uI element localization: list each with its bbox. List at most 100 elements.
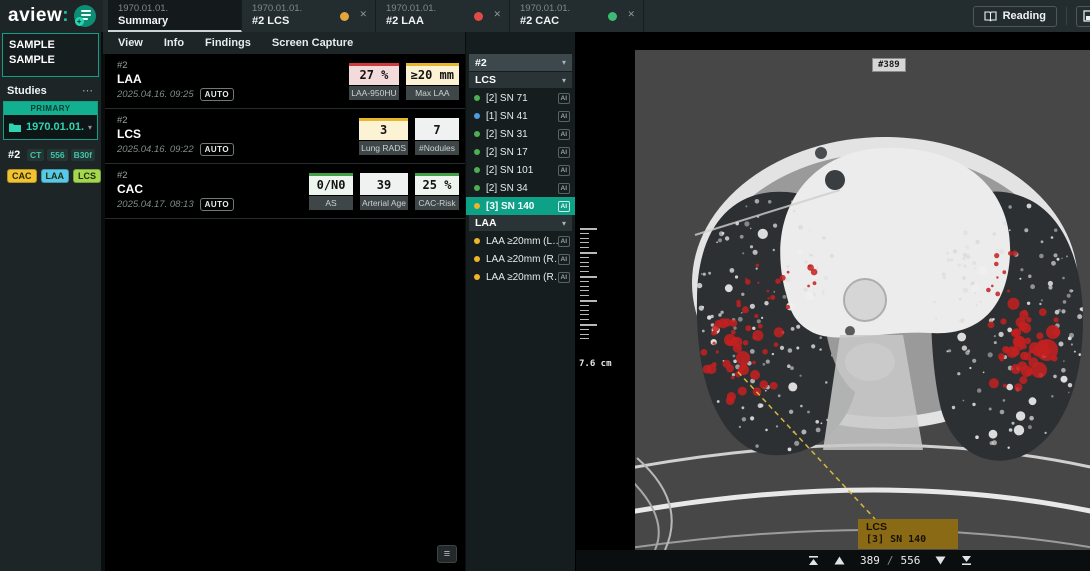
ct-image [635,50,1090,550]
annotation-module: LCS [866,521,958,533]
finding-dot [474,149,480,155]
left-sidebar: SAMPLE SAMPLE Studies ⋯ PRIMARY 1970.01.… [0,32,103,571]
studies-label: Studies [7,85,47,97]
previous-slice-button[interactable] [834,556,845,565]
summary-card-lcs[interactable]: #2LCS2025.04.16. 09:22AUTO3Lung RADS7#No… [105,109,465,164]
summary-card-laa[interactable]: #2LAA2025.04.16. 09:25AUTO27 %LAA-950HU≥… [105,54,465,109]
finding-dot [474,238,480,244]
series-row[interactable]: #2 CT556B30f [0,140,101,163]
finding-item[interactable]: LAA ≥20mm (R…AI [466,250,575,268]
finding-item[interactable]: [2] SN 31AI [466,125,575,143]
menu-item-findings[interactable]: Findings [205,37,251,49]
module-badge-laa: LAA [41,169,70,183]
primary-badge: PRIMARY [4,102,97,115]
menu-item-view[interactable]: View [118,37,143,49]
close-icon[interactable]: ✕ [627,9,635,20]
finding-item[interactable]: LAA ≥20mm (R…AI [466,268,575,286]
book-icon [984,11,997,22]
finding-dot [474,113,480,119]
current-slice: 389 [860,554,880,567]
metric-value: 25 % [415,173,459,195]
ct-canvas[interactable] [635,50,1090,550]
tab-summary[interactable]: 1970.01.01.Summary [108,0,242,32]
metric-value: ≥20 mm [406,63,459,85]
tab-label: #2 LAA [386,15,501,28]
card-time-row: 2025.04.17. 08:13AUTO [117,198,234,211]
ai-badge: AI [558,201,571,212]
metric-lung-rads: 3Lung RADS [359,118,408,159]
metric-value: 3 [359,118,408,140]
ruler-tick [580,276,597,278]
auto-badge: AUTO [200,198,235,211]
chevron-down-icon: ▾ [562,76,566,85]
scale-ruler: 7.6 cm [576,32,635,532]
last-slice-button[interactable] [961,555,972,566]
module-badges: CACLAALCS [0,163,101,183]
ruler-tick [580,324,597,326]
menu-item-info[interactable]: Info [164,37,184,49]
close-icon[interactable]: ✕ [359,9,367,20]
group-select-value: LCS [475,74,496,86]
card-series: #2 [117,115,234,127]
series-select[interactable]: #2▾ [469,54,572,71]
menu-item-screen-capture[interactable]: Screen Capture [272,37,353,49]
finding-item[interactable]: LAA ≥20mm (L…AI [466,232,575,250]
patient-banner[interactable]: SAMPLE SAMPLE [2,33,99,77]
finding-label: LAA ≥20mm (R… [486,254,558,265]
finding-annotation: LCS [3] SN 140 [858,519,958,549]
ai-badge: AI [558,272,571,283]
finding-item[interactable]: [3] SN 140AI [466,197,575,215]
reading-button[interactable]: Reading [973,6,1057,27]
status-dot [474,12,483,21]
tab-label: #2 CAC [520,15,635,28]
chevron-down-icon[interactable]: ▾ [88,123,92,132]
metric-arterial-age: 39Arterial Age [360,173,408,214]
metric-value: 27 % [349,63,398,85]
tab-date: 1970.01.01. [386,3,501,15]
finding-item[interactable]: [1] SN 41AI [466,107,575,125]
series-id: #2 [8,149,20,161]
next-slice-button[interactable] [935,556,946,565]
ruler-tick [580,300,597,302]
card-series: #2 [117,170,234,182]
finding-item[interactable]: [2] SN 71AI [466,89,575,107]
finding-dot [474,256,480,262]
tab--2-laa[interactable]: 1970.01.01.#2 LAA✕ [376,0,510,32]
group-select-laa[interactable]: LAA▾ [469,215,572,231]
card-metrics: 27 %LAA-950HU≥20 mmMax LAA [349,63,459,104]
save-button[interactable] [1076,6,1090,27]
group-select-lcs[interactable]: LCS ▾ [469,72,572,88]
series-badges: CT556B30f [27,149,95,161]
summary-list-button[interactable]: ≡ [437,545,457,563]
tab--2-lcs[interactable]: 1970.01.01.#2 LCS✕ [242,0,376,32]
ai-badge: AI [558,129,571,140]
ai-badge: AI [558,93,571,104]
finding-item[interactable]: [2] SN 17AI [466,143,575,161]
study-group: PRIMARY 1970.01.01. ▾ [3,101,98,140]
first-slice-button[interactable] [808,555,819,566]
metric-label: CAC-Risk [415,196,459,210]
summary-panel: #2LAA2025.04.16. 09:25AUTO27 %LAA-950HU≥… [103,54,465,571]
finding-item[interactable]: [2] SN 101AI [466,161,575,179]
metric-max-laa: ≥20 mmMax LAA [406,63,459,104]
ruler-label: 7.6 cm [579,359,612,369]
ai-badge: AI [558,183,571,194]
ruler-tick [580,281,589,282]
ruler-tick [580,329,589,330]
summary-card-cac[interactable]: #2CAC2025.04.17. 08:13AUTO0/N0AS39Arteri… [105,164,465,219]
metric-as: 0/N0AS [309,173,353,214]
card-timestamp: 2025.04.16. 09:25 [117,89,194,100]
study-row[interactable]: 1970.01.01. ▾ [4,115,97,139]
close-icon[interactable]: ✕ [493,9,501,20]
finding-dot [474,131,480,137]
reading-label: Reading [1003,10,1046,22]
metric-cac-risk: 25 %CAC-Risk [415,173,459,214]
ai-badge: AI [558,165,571,176]
tab--2-cac[interactable]: 1970.01.01.#2 CAC✕ [510,0,644,32]
group-select-value: LAA [475,217,497,229]
more-options-icon[interactable]: ⋯ [82,84,94,97]
ruler-tick [580,266,589,267]
slice-nav-bar: 389 / 556 [576,550,1090,571]
metric-value: 0/N0 [309,173,353,195]
finding-item[interactable]: [2] SN 34AI [466,179,575,197]
